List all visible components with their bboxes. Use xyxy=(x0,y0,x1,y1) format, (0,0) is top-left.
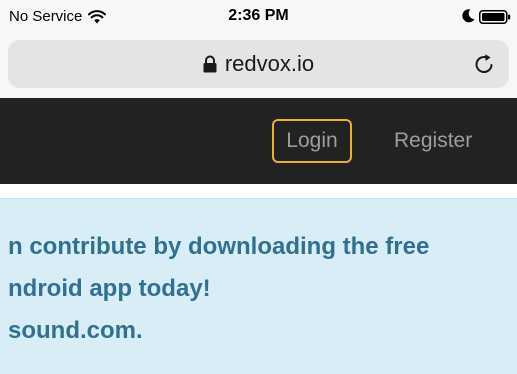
address-content[interactable]: redvox.io xyxy=(8,40,509,88)
url-text[interactable]: redvox.io xyxy=(225,51,314,77)
status-bar: No Service 2:36 PM xyxy=(0,0,517,36)
alert-text-line: sound.com. xyxy=(8,317,143,344)
alert-text-line: ndroid app today! xyxy=(8,275,211,302)
info-alert: n contribute by downloading the free ndr… xyxy=(0,198,517,374)
browser-chrome: redvox.io xyxy=(0,36,517,98)
moon-icon xyxy=(462,9,475,23)
status-time: 2:36 PM xyxy=(228,7,289,24)
battery-icon xyxy=(479,10,511,24)
login-button[interactable]: Login xyxy=(272,119,352,163)
address-bar[interactable]: redvox.io xyxy=(8,40,509,88)
alert-text-line: n contribute by downloading the free xyxy=(8,233,430,260)
lock-icon xyxy=(203,55,217,73)
site-navbar: Login Register xyxy=(0,98,517,184)
register-link[interactable]: Register xyxy=(394,119,472,163)
reload-icon[interactable] xyxy=(473,53,495,75)
